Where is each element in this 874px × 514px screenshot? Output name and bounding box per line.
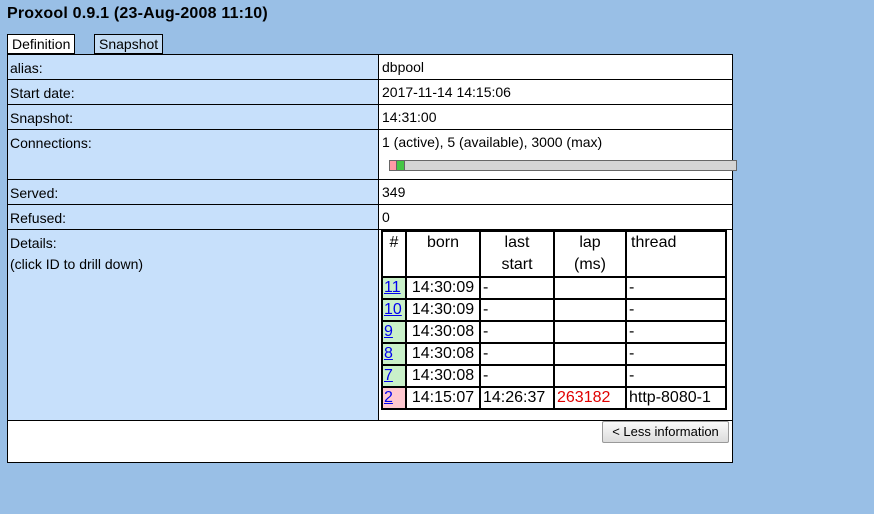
thread-cell: -: [625, 342, 727, 366]
connection-id-link[interactable]: 7: [384, 367, 393, 384]
start-date-label: Start date:: [8, 80, 379, 104]
refused-value: 0: [379, 205, 732, 229]
id-cell: 9: [381, 320, 407, 344]
snapshot-row: Snapshot: 14:31:00: [8, 105, 732, 130]
table-row: 11 14:30:09 - -: [381, 276, 727, 300]
refused-label: Refused:: [8, 205, 379, 229]
col-lap-header-line1: lap: [579, 234, 601, 251]
table-header-row: # born last start lap (ms) thread: [381, 230, 727, 278]
col-thread-header: thread: [625, 230, 727, 278]
last-start-cell: -: [479, 320, 555, 344]
connections-label: Connections:: [8, 130, 379, 179]
table-row: 2 14:15:07 14:26:37 263182 http-8080-1: [381, 386, 727, 410]
alias-value: dbpool: [379, 55, 732, 79]
less-information-button[interactable]: < Less information: [602, 421, 729, 443]
col-last-start-header-line2: start: [501, 256, 533, 273]
born-cell: 14:30:08: [405, 364, 481, 388]
connection-id-link[interactable]: 9: [384, 323, 393, 340]
connections-value: 1 (active), 5 (available), 3000 (max): [382, 134, 603, 150]
id-cell: 2: [381, 386, 407, 410]
details-label-cell: Details: (click ID to drill down): [8, 230, 379, 420]
id-cell: 7: [381, 364, 407, 388]
thread-cell: -: [625, 276, 727, 300]
page-title: Proxool 0.9.1 (23-Aug-2008 11:10): [7, 5, 268, 22]
alias-row: alias: dbpool: [8, 55, 732, 80]
snapshot-value: 14:31:00: [379, 105, 732, 129]
connections-row: Connections: 1 (active), 5 (available), …: [8, 130, 737, 180]
start-date-row: Start date: 2017-11-14 14:15:06: [8, 80, 732, 105]
lap-cell: [553, 364, 627, 388]
tab-snapshot[interactable]: Snapshot: [94, 34, 164, 54]
lap-cell: [553, 276, 627, 300]
table-row: 10 14:30:09 - -: [381, 298, 727, 322]
col-last-start-header: last start: [479, 230, 555, 278]
thread-cell: -: [625, 298, 727, 322]
tab-definition[interactable]: Definition: [7, 34, 76, 54]
connection-id-link[interactable]: 8: [384, 345, 393, 362]
served-label: Served:: [8, 180, 379, 204]
last-start-cell: -: [479, 342, 555, 366]
table-row: 8 14:30:08 - -: [381, 342, 727, 366]
born-cell: 14:30:08: [405, 320, 481, 344]
connection-id-link[interactable]: 10: [384, 301, 402, 318]
born-cell: 14:15:07: [405, 386, 481, 410]
last-start-cell: -: [479, 364, 555, 388]
served-row: Served: 349: [8, 180, 732, 205]
details-hint: (click ID to drill down): [10, 256, 144, 272]
connections-table: # born last start lap (ms) thread 11 14:…: [381, 230, 727, 410]
connections-cell: 1 (active), 5 (available), 3000 (max): [379, 130, 737, 179]
lap-cell: 263182: [553, 386, 627, 410]
id-cell: 10: [381, 298, 407, 322]
thread-cell: -: [625, 364, 727, 388]
col-id-header: #: [381, 230, 407, 278]
snapshot-label: Snapshot:: [8, 105, 379, 129]
lap-cell: [553, 342, 627, 366]
connection-id-link[interactable]: 11: [384, 279, 401, 296]
thread-cell: -: [625, 320, 727, 344]
born-cell: 14:30:08: [405, 342, 481, 366]
snapshot-panel: alias: dbpool Start date: 2017-11-14 14:…: [7, 54, 737, 463]
col-lap-header: lap (ms): [553, 230, 627, 278]
last-start-cell: 14:26:37: [479, 386, 555, 410]
alias-label: alias:: [8, 55, 379, 79]
start-date-value: 2017-11-14 14:15:06: [379, 80, 732, 104]
details-cell: # born last start lap (ms) thread 11 14:…: [379, 230, 732, 420]
details-row: Details: (click ID to drill down) # born…: [8, 230, 732, 421]
connections-bar: [389, 160, 737, 171]
lap-cell: [553, 298, 627, 322]
served-value: 349: [379, 180, 732, 204]
details-label: Details:: [10, 235, 57, 251]
thread-cell: http-8080-1: [625, 386, 727, 410]
lap-cell: [553, 320, 627, 344]
col-born-header: born: [405, 230, 481, 278]
id-cell: 11: [381, 276, 407, 300]
table-row: 7 14:30:08 - -: [381, 364, 727, 388]
available-connections-segment: [397, 161, 405, 170]
last-start-cell: -: [479, 276, 555, 300]
connection-id-link[interactable]: 2: [384, 389, 393, 406]
col-last-start-header-line1: last: [504, 234, 530, 251]
last-start-cell: -: [479, 298, 555, 322]
id-cell: 8: [381, 342, 407, 366]
born-cell: 14:30:09: [405, 298, 481, 322]
col-lap-header-line2: (ms): [574, 256, 606, 273]
born-cell: 14:30:09: [405, 276, 481, 300]
refused-row: Refused: 0: [8, 205, 732, 230]
active-connections-segment: [390, 161, 397, 170]
table-row: 9 14:30:08 - -: [381, 320, 727, 344]
